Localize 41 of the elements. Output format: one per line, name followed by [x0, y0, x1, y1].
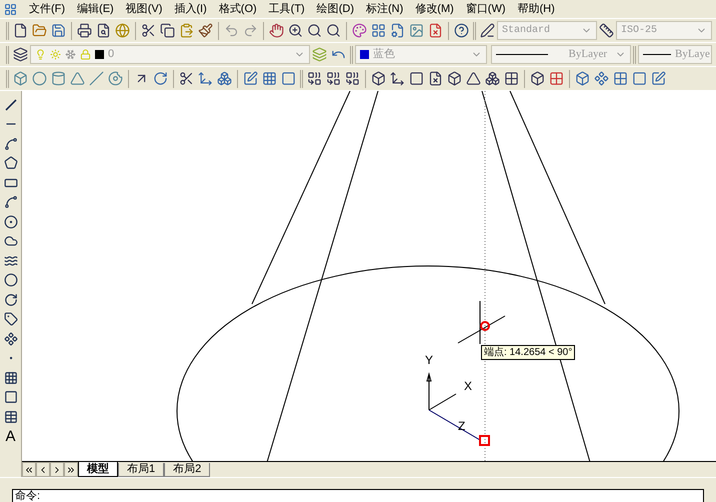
linetype-value: ByLayer: [568, 47, 607, 62]
tab-scroll-button[interactable]: [36, 462, 50, 477]
tab-scroll-button[interactable]: [64, 462, 78, 477]
crosshair-cursor: [458, 300, 506, 344]
color-value: 蓝色: [373, 47, 395, 62]
layout-tab[interactable]: 布局1: [118, 463, 164, 477]
lineweight-value: ByLaye: [675, 47, 710, 62]
snap-marker: [479, 435, 490, 446]
layout-tab[interactable]: 模型: [78, 462, 118, 477]
command-prompt: 命令:: [14, 490, 42, 502]
menu-item[interactable]: 绘图(D): [316, 0, 354, 18]
ucs-axis-drawing: [426, 372, 480, 440]
tab-scroll-button[interactable]: [50, 462, 64, 477]
menu-item[interactable]: 工具(T): [268, 0, 305, 18]
menu-item[interactable]: 插入(I): [174, 0, 207, 18]
line-sample: [643, 54, 671, 55]
sun-icon: [50, 49, 61, 60]
layer-name: 0: [108, 47, 114, 62]
text-style-value: Standard: [502, 24, 550, 38]
chevron-icon: [66, 464, 76, 474]
lock-icon: [80, 49, 91, 60]
menu-item[interactable]: 文件(F): [29, 0, 66, 18]
axis-label: X: [464, 380, 472, 392]
menu-item[interactable]: 标注(N): [366, 0, 404, 18]
app-icon: [4, 2, 17, 16]
axis-label: Y: [425, 354, 434, 366]
snap-tooltip: 端点: 14.2654 < 90°: [481, 345, 576, 360]
layer-color-swatch: [95, 50, 104, 59]
line-sample: [496, 54, 548, 55]
dimension-style-value: ISO-25: [621, 24, 658, 38]
menu-item[interactable]: 编辑(E): [77, 0, 114, 18]
lightbulb-icon: [35, 49, 46, 60]
layout-tab[interactable]: 布局2: [164, 463, 210, 477]
menu-item[interactable]: 窗口(W): [466, 0, 506, 18]
menu-item[interactable]: 格式(O): [218, 0, 257, 18]
tab-scroll-button[interactable]: [22, 462, 36, 477]
snowflake-icon: [65, 49, 76, 60]
text-tool-button[interactable]: A: [0, 426, 20, 446]
menu-item[interactable]: 帮助(H): [518, 0, 555, 18]
menu-item[interactable]: 视图(V): [126, 0, 162, 18]
menu-item[interactable]: 修改(M): [415, 0, 454, 18]
